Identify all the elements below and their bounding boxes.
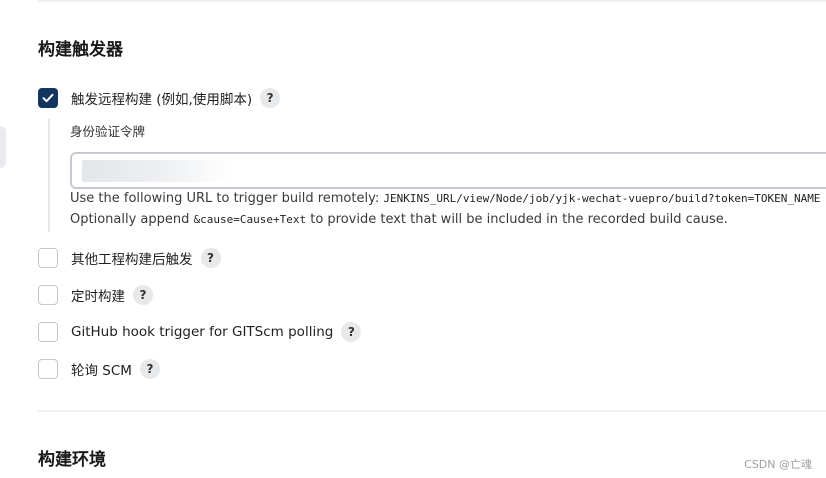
watermark: CSDN @亡魂 (744, 458, 812, 471)
check-icon (42, 93, 54, 103)
help-icon[interactable]: ? (260, 88, 281, 108)
cause-prefix: Optionally append (70, 212, 194, 227)
section-title-build-triggers: 构建触发器 (38, 40, 123, 60)
token-redaction-mask (82, 160, 232, 182)
top-divider (38, 0, 826, 2)
cause-suffix: to provide text that will be included in… (306, 212, 728, 227)
trigger-after-other-projects-label: 其他工程构建后触发 (71, 252, 193, 268)
auth-token-label: 身份验证令牌 (70, 124, 146, 139)
cause-code: &cause=Cause+Text (193, 213, 307, 226)
side-scroll-tab[interactable] (0, 126, 6, 168)
nested-options-bar (48, 119, 50, 232)
trigger-github-hook-row[interactable]: GitHub hook trigger for GITScm polling ? (38, 322, 362, 342)
trigger-periodic-build-checkbox[interactable] (38, 285, 58, 305)
trigger-periodic-build-label: 定时构建 (71, 289, 125, 305)
help-icon[interactable]: ? (139, 359, 160, 379)
section-divider (38, 410, 826, 412)
help-icon[interactable]: ? (341, 322, 362, 342)
trigger-github-hook-checkbox[interactable] (38, 322, 58, 342)
trigger-poll-scm-label: 轮询 SCM (71, 363, 132, 379)
remote-url-help: Use the following URL to trigger build r… (70, 191, 820, 206)
trigger-after-other-projects-checkbox[interactable] (38, 248, 58, 268)
trigger-remote-build-label: 触发远程构建 (例如,使用脚本) (71, 92, 253, 108)
trigger-poll-scm-row[interactable]: 轮询 SCM ? (38, 359, 160, 379)
cause-help: Optionally append &cause=Cause+Text to p… (70, 212, 728, 227)
section-title-build-environment: 构建环境 (38, 450, 106, 470)
trigger-periodic-build-row[interactable]: 定时构建 ? (38, 285, 153, 305)
remote-url-code: JENKINS_URL/view/Node/job/yjk-wechat-vue… (383, 192, 821, 205)
trigger-after-other-projects-row[interactable]: 其他工程构建后触发 ? (38, 248, 221, 268)
remote-url-prefix: Use the following URL to trigger build r… (70, 191, 384, 206)
trigger-github-hook-label: GitHub hook trigger for GITScm polling (71, 324, 334, 340)
auth-token-input[interactable] (70, 152, 826, 189)
trigger-remote-build-checkbox[interactable] (38, 88, 58, 108)
trigger-remote-build-row[interactable]: 触发远程构建 (例如,使用脚本) ? (38, 88, 281, 108)
trigger-poll-scm-checkbox[interactable] (38, 359, 58, 379)
help-icon[interactable]: ? (133, 285, 153, 305)
help-icon[interactable]: ? (200, 248, 221, 268)
